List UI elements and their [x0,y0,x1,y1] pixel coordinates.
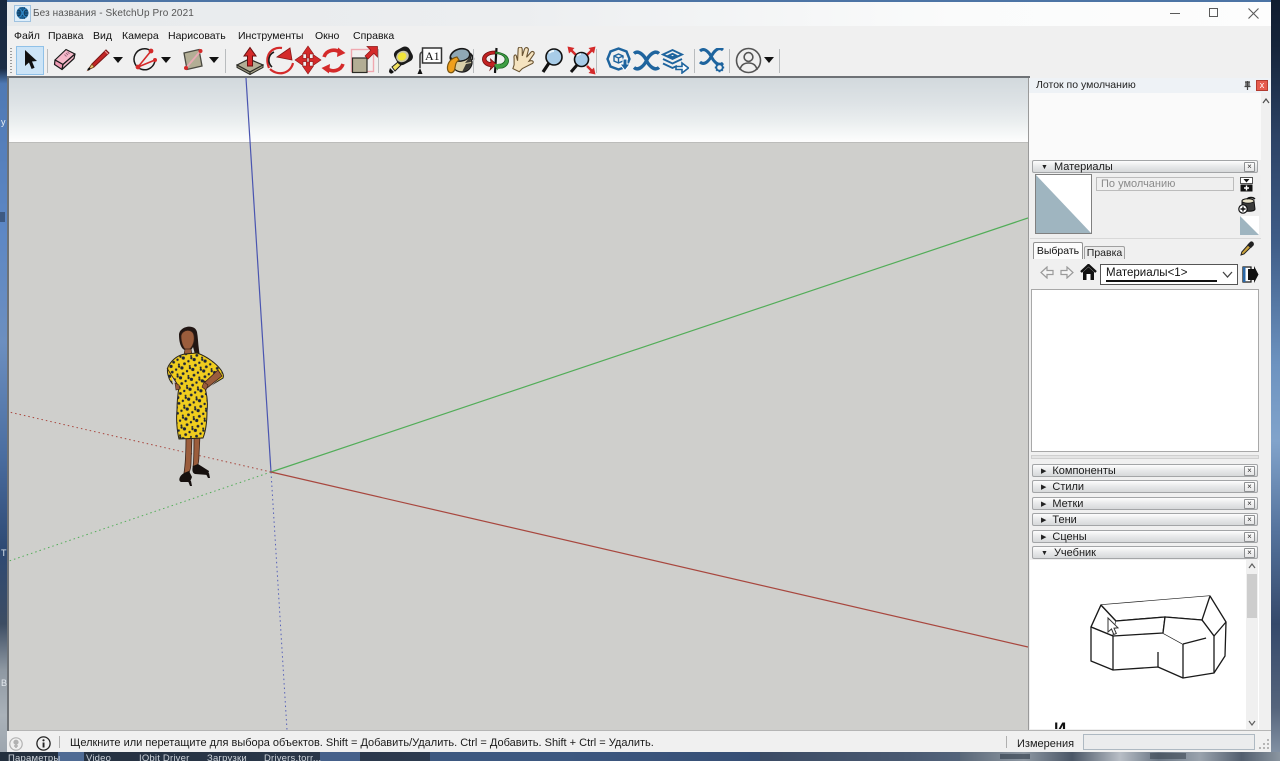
svg-text:A1: A1 [425,49,440,63]
